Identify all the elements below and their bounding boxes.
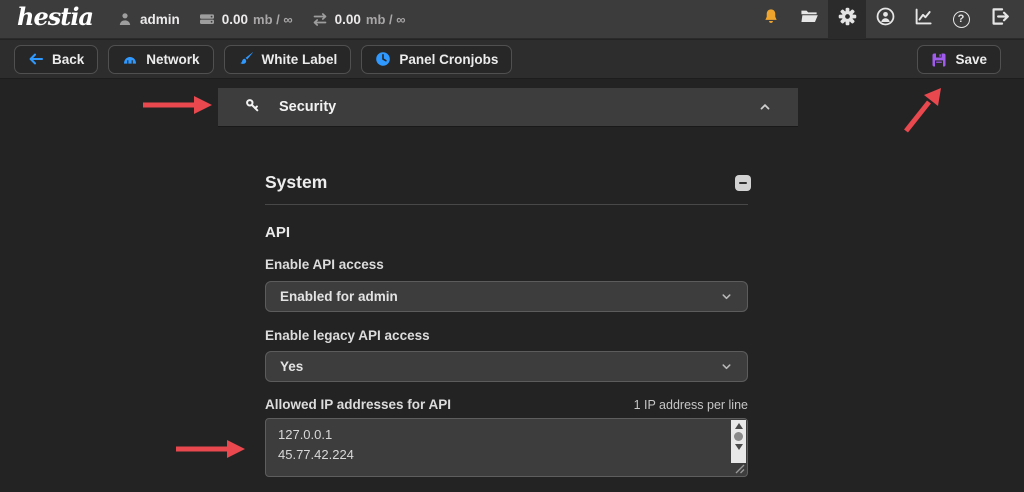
system-heading: System bbox=[265, 172, 327, 193]
clock-icon bbox=[375, 51, 391, 67]
api-heading: API bbox=[265, 224, 290, 241]
username-label: admin bbox=[140, 12, 180, 27]
logout-button[interactable] bbox=[980, 0, 1018, 39]
secondary-toolbar: Back Network White Label Panel Cronjobs … bbox=[0, 40, 1024, 79]
statistics-button[interactable] bbox=[904, 0, 942, 39]
enable-api-access-value: Enabled for admin bbox=[280, 289, 398, 304]
bandwidth-usage: 0.00 mb / ∞ bbox=[312, 11, 406, 27]
network-label: Network bbox=[146, 52, 199, 67]
user-circle-icon bbox=[876, 7, 895, 31]
transfer-arrows-icon bbox=[312, 11, 328, 27]
section-divider bbox=[265, 204, 748, 205]
back-button[interactable]: Back bbox=[14, 45, 98, 74]
settings-content: Security System API Enable API access En… bbox=[0, 80, 1024, 492]
top-header-bar: hestia admin 0.00 mb / ∞ 0.00 mb bbox=[0, 0, 1024, 39]
enable-legacy-api-label: Enable legacy API access bbox=[265, 328, 430, 343]
allowed-ips-label: Allowed IP addresses for API bbox=[265, 397, 451, 412]
network-icon bbox=[122, 51, 138, 67]
allowed-ips-textarea[interactable]: 127.0.0.1 45.77.42.224 bbox=[265, 418, 748, 477]
allowed-ips-text: 127.0.0.1 45.77.42.224 bbox=[266, 419, 747, 470]
back-label: Back bbox=[52, 52, 84, 67]
notifications-button[interactable] bbox=[752, 0, 790, 39]
network-button[interactable]: Network bbox=[108, 45, 213, 74]
back-arrow-icon bbox=[28, 51, 44, 67]
users-button[interactable] bbox=[866, 0, 904, 39]
hestia-control-panel: hestia admin 0.00 mb / ∞ 0.00 mb bbox=[0, 0, 1024, 492]
enable-api-access-select[interactable]: Enabled for admin bbox=[265, 281, 748, 312]
white-label-label: White Label bbox=[262, 52, 338, 67]
folder-icon bbox=[800, 7, 819, 31]
help-button[interactable]: ? bbox=[942, 0, 980, 39]
collapse-system-button[interactable] bbox=[735, 175, 751, 191]
security-title: Security bbox=[279, 99, 336, 115]
enable-api-access-label: Enable API access bbox=[265, 257, 384, 272]
help-glyph: ? bbox=[958, 14, 965, 25]
chevron-up-icon bbox=[758, 100, 772, 114]
allowed-ips-hint: 1 IP address per line bbox=[634, 398, 748, 412]
disk-value: 0.00 bbox=[222, 12, 248, 27]
ip-line: 45.77.42.224 bbox=[278, 445, 735, 465]
save-button[interactable]: Save bbox=[917, 45, 1001, 74]
ip-line: 127.0.0.1 bbox=[278, 425, 735, 445]
user-icon bbox=[117, 11, 133, 27]
logged-in-user: admin bbox=[117, 11, 180, 27]
panel-cronjobs-button[interactable]: Panel Cronjobs bbox=[361, 45, 512, 74]
chevron-down-icon bbox=[720, 360, 733, 373]
scrollbar-thumb bbox=[734, 432, 743, 441]
help-icon: ? bbox=[953, 11, 970, 28]
header-stats: admin 0.00 mb / ∞ 0.00 mb / ∞ bbox=[117, 11, 406, 27]
hdd-icon bbox=[199, 11, 215, 27]
paintbrush-icon bbox=[238, 51, 254, 67]
bandwidth-unit: mb / ∞ bbox=[366, 12, 406, 27]
scroll-down-icon bbox=[735, 444, 743, 450]
minus-icon bbox=[739, 182, 747, 184]
gear-icon bbox=[838, 7, 857, 31]
file-manager-button[interactable] bbox=[790, 0, 828, 39]
header-icon-nav: ? bbox=[752, 0, 1018, 39]
enable-legacy-api-value: Yes bbox=[280, 359, 303, 374]
disk-unit: mb / ∞ bbox=[253, 12, 293, 27]
enable-legacy-api-select[interactable]: Yes bbox=[265, 351, 748, 382]
bell-icon bbox=[762, 8, 780, 31]
chevron-down-icon bbox=[720, 290, 733, 303]
resize-grip[interactable] bbox=[734, 463, 745, 474]
save-label: Save bbox=[955, 52, 987, 67]
line-chart-icon bbox=[914, 7, 933, 31]
scroll-up-icon bbox=[735, 423, 743, 429]
settings-button[interactable] bbox=[828, 0, 866, 39]
panel-cronjobs-label: Panel Cronjobs bbox=[399, 52, 498, 67]
white-label-button[interactable]: White Label bbox=[224, 45, 352, 74]
bandwidth-value: 0.00 bbox=[335, 12, 361, 27]
hestia-logo[interactable]: hestia bbox=[17, 5, 93, 33]
key-icon bbox=[244, 97, 260, 118]
textarea-scrollbar[interactable] bbox=[731, 420, 746, 463]
logout-icon bbox=[990, 7, 1009, 31]
disk-usage: 0.00 mb / ∞ bbox=[199, 11, 293, 27]
security-section-header[interactable]: Security bbox=[218, 88, 798, 126]
floppy-disk-icon bbox=[931, 52, 947, 68]
